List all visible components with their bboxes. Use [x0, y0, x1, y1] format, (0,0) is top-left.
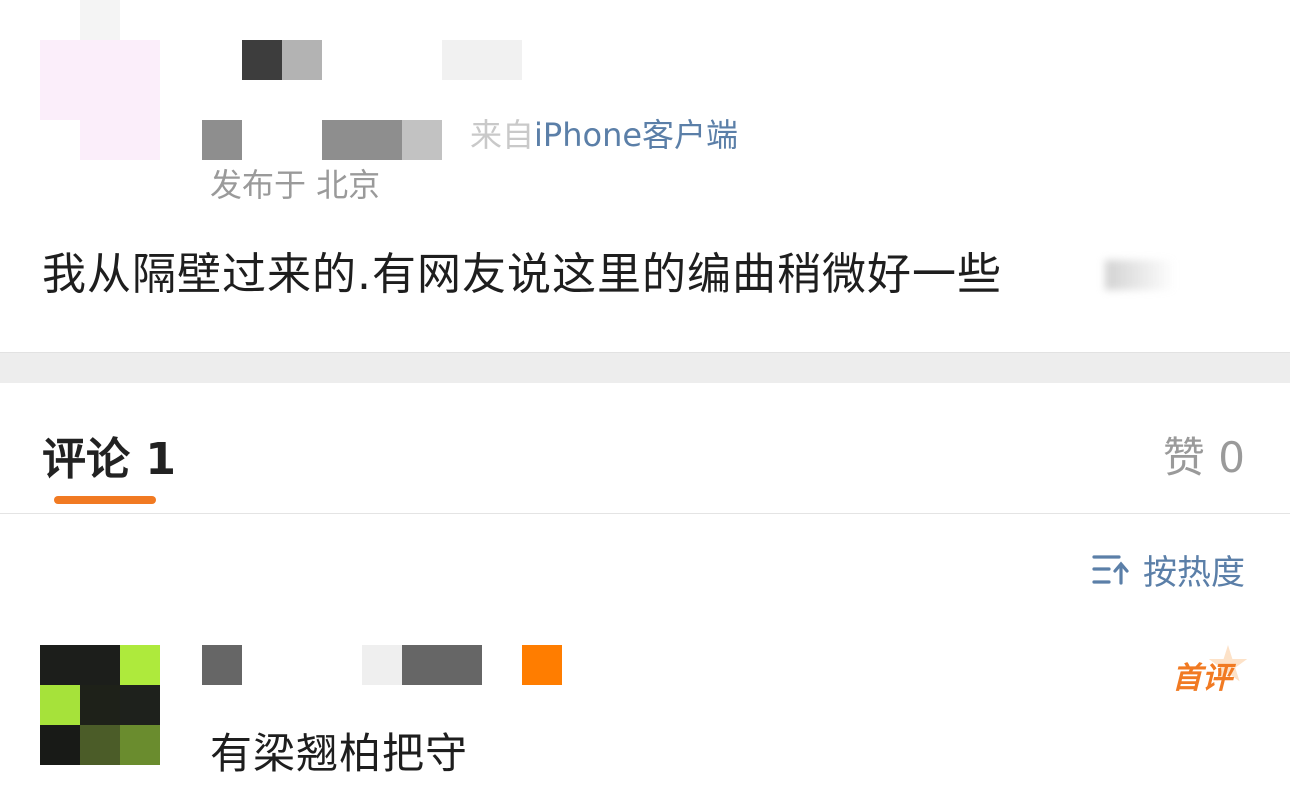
active-tab-indicator: [54, 496, 156, 504]
sort-by-hot-icon: [1091, 552, 1131, 588]
post-location: 发布于 北京: [210, 166, 381, 204]
post-source-client[interactable]: iPhone客户端: [534, 116, 738, 154]
section-divider: [0, 352, 1290, 383]
tab-comments[interactable]: 评论 1: [42, 423, 176, 487]
post-source-prefix: 来自: [470, 116, 535, 154]
first-comment-label: 首评: [1172, 661, 1232, 696]
post-source: 来自iPhone客户端: [470, 110, 738, 156]
post-text-fade: [1105, 260, 1175, 290]
post-body: 我从隔壁过来的.有网友说这里的编曲稍微好一些: [42, 249, 1002, 300]
sort-label: 按热度: [1143, 553, 1245, 593]
comment-body: 有梁翘柏把守: [210, 729, 469, 778]
sort-button[interactable]: 按热度: [1091, 545, 1245, 594]
tab-likes[interactable]: 赞 0: [1163, 424, 1245, 485]
first-comment-badge: 首评: [1168, 645, 1248, 696]
tabs-divider: [0, 513, 1290, 514]
